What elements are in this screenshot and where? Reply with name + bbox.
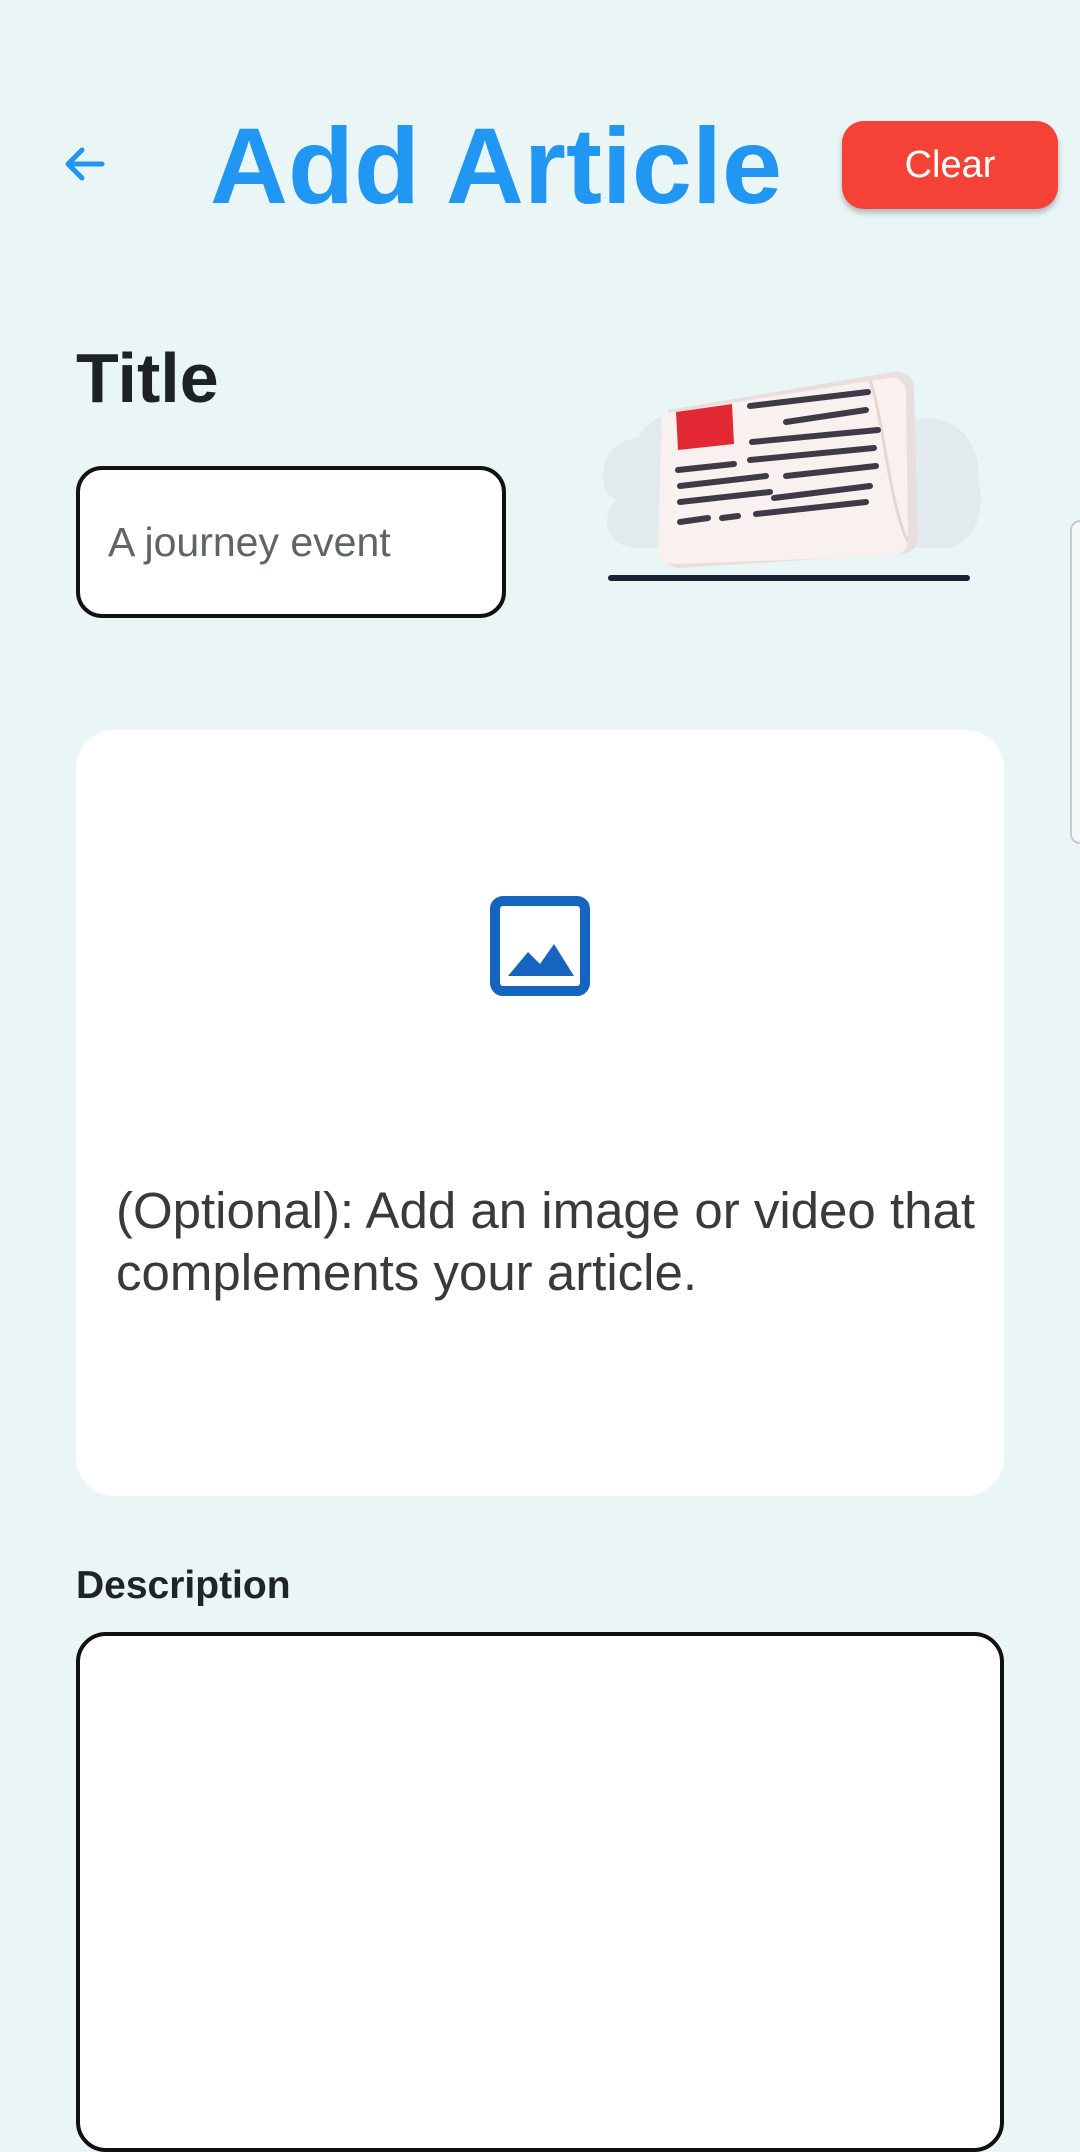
edge-handle[interactable] xyxy=(1070,520,1080,844)
title-label: Title xyxy=(76,339,219,417)
title-input[interactable]: A journey event xyxy=(76,466,506,618)
back-button[interactable] xyxy=(52,132,116,196)
arrow-back-icon xyxy=(65,147,105,181)
description-label: Description xyxy=(76,1564,291,1607)
media-hint: (Optional): Add an image or video that c… xyxy=(116,1182,976,1301)
clear-button[interactable]: Clear xyxy=(842,121,1058,209)
newspaper-illustration xyxy=(602,371,982,581)
title-input-value: A journey event xyxy=(108,518,391,565)
page-title: Add Article xyxy=(210,105,783,226)
media-upload-card[interactable]: (Optional): Add an image or video that c… xyxy=(76,730,1004,1496)
description-input[interactable] xyxy=(76,1632,1004,2152)
image-icon xyxy=(490,896,590,996)
